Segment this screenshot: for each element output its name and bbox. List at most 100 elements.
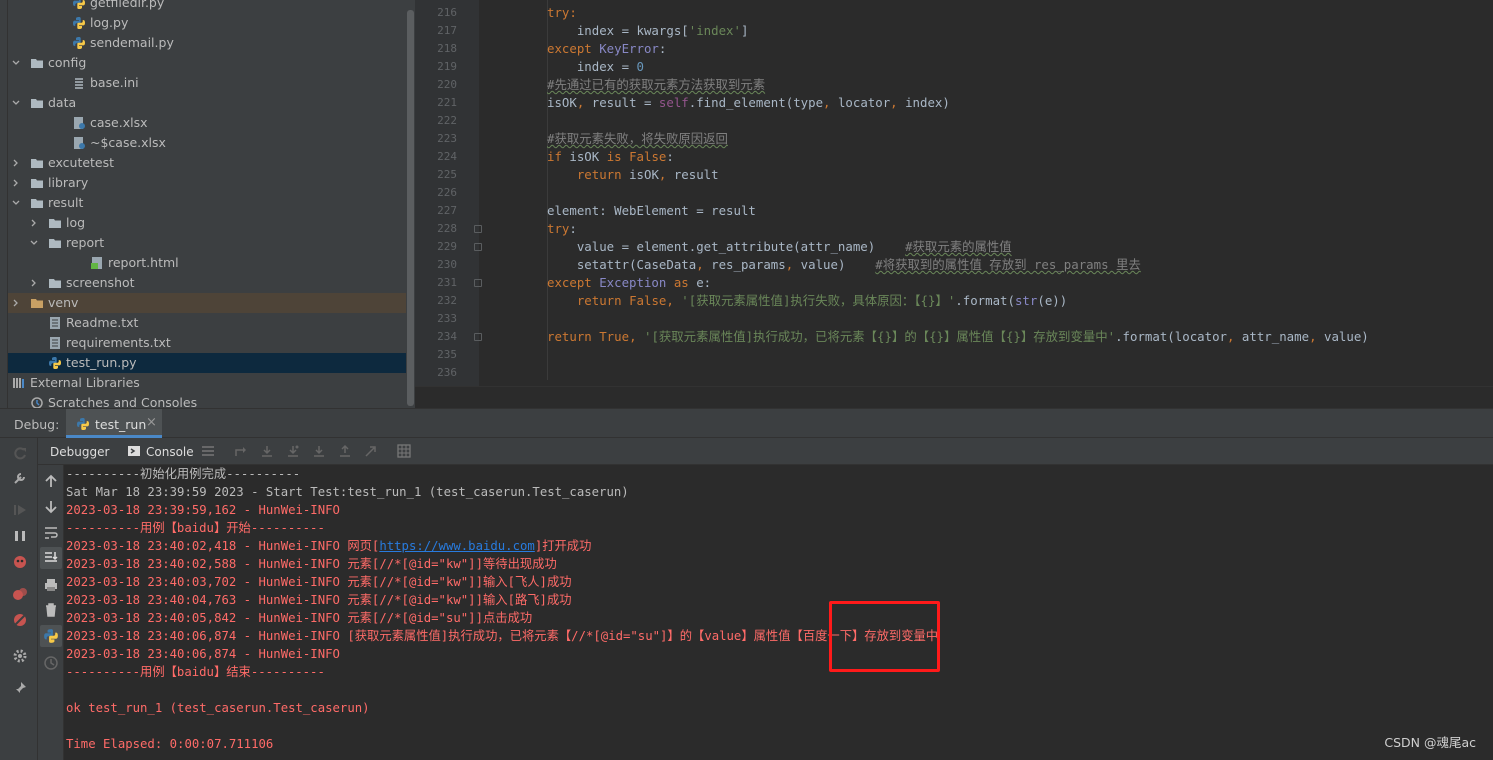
code-line: setattr(CaseData, res_params, value) #将获… [547, 257, 1141, 272]
chevron-right-icon[interactable] [30, 279, 38, 287]
resume-icon[interactable] [12, 502, 28, 518]
text-file-icon [48, 336, 62, 350]
line-number: 228 [437, 222, 457, 235]
trash-icon[interactable] [43, 602, 59, 618]
show-execution-point-icon[interactable] [234, 444, 248, 458]
tree-item-base-ini[interactable]: base.ini [8, 73, 406, 93]
tree-item-report[interactable]: report [8, 233, 406, 253]
console-line: 2023-03-18 23:40:04,763 - HunWei-INFO 元素… [66, 593, 572, 607]
python-file-icon [48, 356, 62, 370]
chevron-right-icon[interactable] [12, 299, 20, 307]
code-line: #先通过已有的获取元素方法获取到元素 [547, 77, 766, 92]
project-scrollbar[interactable] [406, 0, 415, 408]
tree-item-test-run-py[interactable]: test_run.py [8, 353, 406, 373]
chevron-down-icon[interactable] [12, 199, 20, 207]
scroll-to-end-icon[interactable] [43, 550, 59, 566]
debug-title: Debug: [14, 417, 60, 432]
tree-item-result[interactable]: result [8, 193, 406, 213]
chevron-right-icon[interactable] [30, 219, 38, 227]
step-over-icon[interactable] [260, 444, 274, 458]
clock-icon[interactable] [43, 655, 59, 671]
tree-item-venv[interactable]: venv [8, 293, 406, 313]
line-number: 236 [437, 366, 457, 379]
tab-test-run[interactable]: test_run × [66, 409, 162, 438]
chevron-down-icon[interactable] [12, 59, 20, 67]
tree-item-sendemail-py[interactable]: sendemail.py [8, 33, 406, 53]
scratch-icon [30, 396, 44, 408]
tree-item-log-py[interactable]: log.py [8, 13, 406, 33]
code-line: return False, '[获取元素属性值]执行失败，具体原因：【{}】'.… [547, 293, 1068, 308]
code-line: except Exception as e: [547, 275, 712, 290]
mute-breakpoints-icon[interactable] [12, 612, 28, 628]
chevron-down-icon[interactable] [30, 239, 38, 247]
rerun-icon[interactable] [12, 446, 28, 462]
excel-file-icon [72, 136, 86, 150]
step-into-icon[interactable] [286, 444, 300, 458]
scrollbar-thumb[interactable] [407, 10, 414, 406]
console-output[interactable]: ----------初始化用例完成---------- Sat Mar 18 23… [64, 465, 1493, 760]
code-line: return True, '[获取元素属性值]执行成功，已将元素【{}】的【{}… [547, 329, 1369, 344]
excel-file-icon [72, 116, 86, 130]
down-arrow-icon[interactable] [43, 499, 59, 515]
tree-item-scratches-and-consoles[interactable]: Scratches and Consoles [8, 393, 406, 408]
run-to-cursor-icon[interactable] [364, 444, 378, 458]
stop-icon[interactable] [12, 554, 28, 570]
line-number: 233 [437, 312, 457, 325]
chevron-right-icon[interactable] [12, 159, 20, 167]
console-link[interactable]: https://www.baidu.com [379, 539, 534, 553]
tree-item-label: venv [48, 295, 79, 310]
step-into-my-code-icon[interactable] [312, 444, 326, 458]
folder-icon [30, 176, 44, 190]
tree-item-data[interactable]: data [8, 93, 406, 113]
wrench-icon[interactable] [12, 470, 28, 486]
tree-item-getfiledir-py[interactable]: getfiledir.py [8, 0, 406, 13]
tree-item-case-xlsx[interactable]: ~$case.xlsx [8, 133, 406, 153]
tree-item-external-libraries[interactable]: External Libraries [8, 373, 406, 393]
line-number: 222 [437, 114, 457, 127]
tree-item-label: screenshot [66, 275, 135, 290]
debug-subtoolbar: Debugger Console [38, 438, 1493, 465]
line-number: 229 [437, 240, 457, 253]
evaluate-expression-icon[interactable] [397, 444, 411, 458]
step-out-icon[interactable] [338, 444, 352, 458]
tree-item-excutetest[interactable]: excutetest [8, 153, 406, 173]
tree-item-label: Readme.txt [66, 315, 139, 330]
tree-item-log[interactable]: log [8, 213, 406, 233]
view-breakpoints-icon[interactable] [12, 586, 28, 602]
code-editor[interactable]: 216 217 218 219 220 221 222 223 224 225 226 227 228 2… [415, 0, 1493, 386]
tab-debugger[interactable]: Debugger [50, 443, 109, 461]
console-line: 2023-03-18 23:40:02,418 - HunWei-INFO 网页… [66, 539, 592, 553]
line-number: 232 [437, 294, 457, 307]
line-number: 221 [437, 96, 457, 109]
tree-item-screenshot[interactable]: screenshot [8, 273, 406, 293]
console-line: ----------初始化用例完成---------- [66, 467, 301, 481]
chevron-down-icon[interactable] [12, 99, 20, 107]
tree-item-case-xlsx[interactable]: case.xlsx [8, 113, 406, 133]
up-arrow-icon[interactable] [43, 473, 59, 489]
settings-icon[interactable] [12, 648, 28, 664]
pause-icon[interactable] [12, 528, 28, 544]
tab-console[interactable]: Console [146, 443, 194, 461]
tree-item-readme-txt[interactable]: Readme.txt [8, 313, 406, 333]
console-icon [128, 446, 140, 456]
tree-item-requirements-txt[interactable]: requirements.txt [8, 333, 406, 353]
tree-item-report-html[interactable]: report.html [8, 253, 406, 273]
python-file-icon [72, 0, 86, 10]
soft-wrap-icon[interactable] [43, 525, 59, 541]
menu-icon[interactable] [201, 444, 215, 458]
tree-item-label: report.html [108, 255, 179, 270]
close-icon[interactable]: × [146, 415, 157, 430]
line-number: 235 [437, 348, 457, 361]
pin-icon[interactable] [12, 680, 28, 696]
tree-item-library[interactable]: library [8, 173, 406, 193]
chevron-right-icon[interactable] [12, 179, 20, 187]
python-icon [77, 418, 89, 430]
tree-item-config[interactable]: config [8, 53, 406, 73]
print-icon[interactable] [43, 577, 59, 593]
code-area[interactable]: try: index = kwargs['index'] except KeyEr… [479, 0, 1493, 386]
code-line: #获取元素失败，将失败原因返回 [547, 131, 728, 146]
python-console-icon[interactable] [43, 628, 59, 644]
tree-item-label: log [66, 215, 86, 230]
folder-icon [30, 56, 44, 70]
debug-tool-window-header: Debug: test_run × [0, 408, 1493, 438]
